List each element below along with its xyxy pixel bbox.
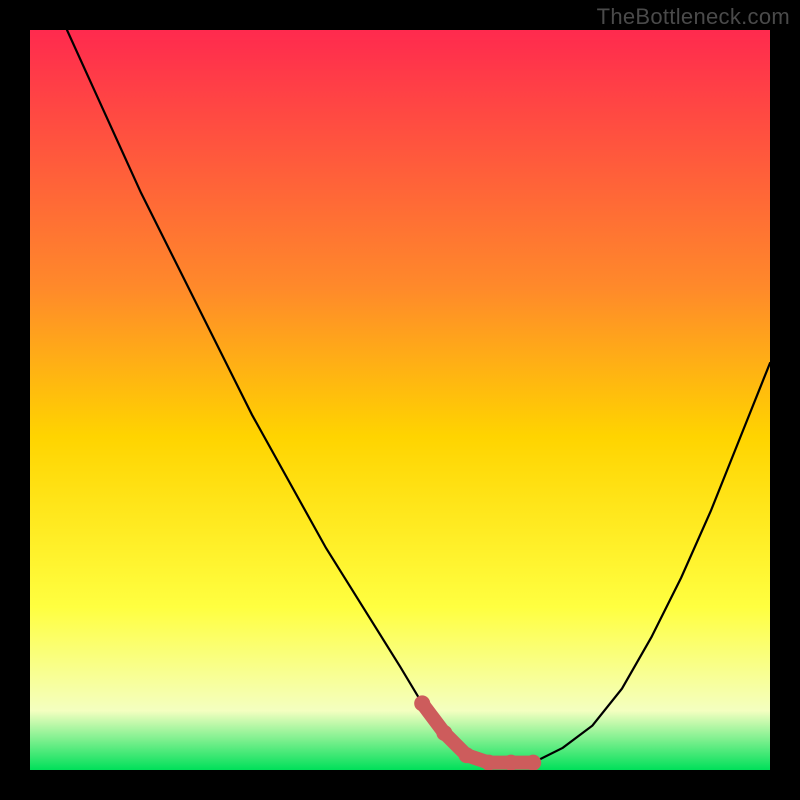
gradient-background: [30, 30, 770, 770]
optimal-range-dot: [525, 755, 541, 770]
optimal-range-dot: [436, 725, 452, 741]
optimal-range-dot: [459, 747, 475, 763]
optimal-range-dot: [414, 695, 430, 711]
optimal-range-dot: [503, 755, 519, 770]
chart-frame: TheBottleneck.com: [0, 0, 800, 800]
attribution-text: TheBottleneck.com: [597, 4, 790, 30]
bottleneck-plot: [30, 30, 770, 770]
optimal-range-dot: [481, 755, 497, 770]
